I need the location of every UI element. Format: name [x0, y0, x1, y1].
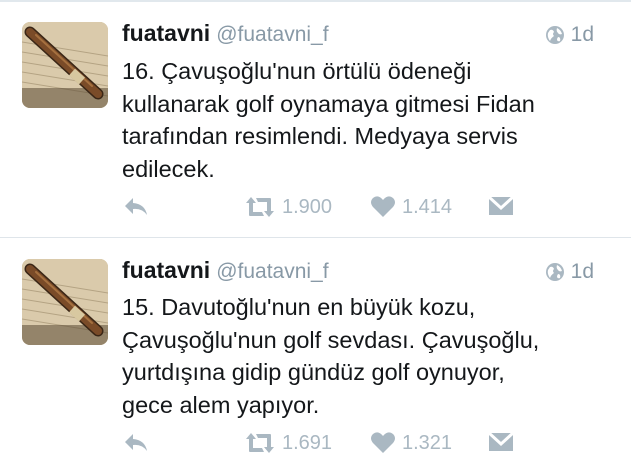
retweet-count: 1.900	[282, 195, 333, 218]
display-name[interactable]: fuatavni	[122, 20, 210, 46]
tweet-actions: 1.691 1.321	[122, 431, 522, 457]
reply-button[interactable]	[122, 195, 150, 219]
reply-icon	[125, 198, 147, 215]
heart-icon	[371, 196, 395, 217]
avatar[interactable]	[22, 22, 108, 108]
user-handle[interactable]: @fuatavni_f	[216, 23, 328, 46]
tweet-card[interactable]: fuatavni @fuatavni_f 1d 16. Çavuşoğlu'nun…	[0, 0, 631, 238]
display-name[interactable]: fuatavni	[122, 257, 210, 283]
tweet-actions: 1.900 1.414	[122, 195, 522, 221]
heart-icon	[371, 432, 395, 453]
timestamp[interactable]: 1d	[571, 23, 594, 47]
tweet-header: fuatavni @fuatavni_f 1d	[122, 20, 612, 50]
tweet-meta: 1d	[545, 260, 594, 284]
user-handle[interactable]: @fuatavni_f	[216, 260, 328, 283]
retweet-button[interactable]: 1.691	[244, 431, 332, 455]
like-count: 1.414	[402, 195, 453, 218]
like-button[interactable]: 1.321	[370, 431, 452, 455]
like-count: 1.321	[402, 431, 453, 454]
tweet-text: 15. Davutoğlu'nun en büyük kozu, Çavuşoğ…	[122, 294, 540, 418]
retweet-icon	[246, 433, 274, 453]
envelope-icon	[488, 195, 514, 215]
tweet-header: fuatavni @fuatavni_f 1d	[122, 257, 612, 287]
direct-message-button[interactable]	[488, 195, 514, 217]
tweet-text: 16. Çavuşoğlu'nun örtülü ödeneği kullana…	[122, 58, 535, 182]
direct-message-button[interactable]	[488, 431, 514, 453]
tweet-card[interactable]: fuatavni @fuatavni_f 1d 15. Davutoğlu'nun…	[0, 239, 631, 472]
retweet-button[interactable]: 1.900	[244, 195, 332, 219]
retweet-count: 1.691	[282, 431, 333, 454]
tweet-meta: 1d	[545, 23, 594, 47]
globe-icon	[545, 263, 564, 281]
avatar[interactable]	[22, 259, 108, 345]
reply-icon	[125, 434, 147, 451]
timestamp[interactable]: 1d	[571, 260, 594, 284]
reply-button[interactable]	[122, 431, 150, 455]
retweet-icon	[246, 197, 274, 217]
envelope-icon	[488, 431, 514, 451]
like-button[interactable]: 1.414	[370, 195, 452, 219]
globe-icon	[545, 26, 564, 44]
